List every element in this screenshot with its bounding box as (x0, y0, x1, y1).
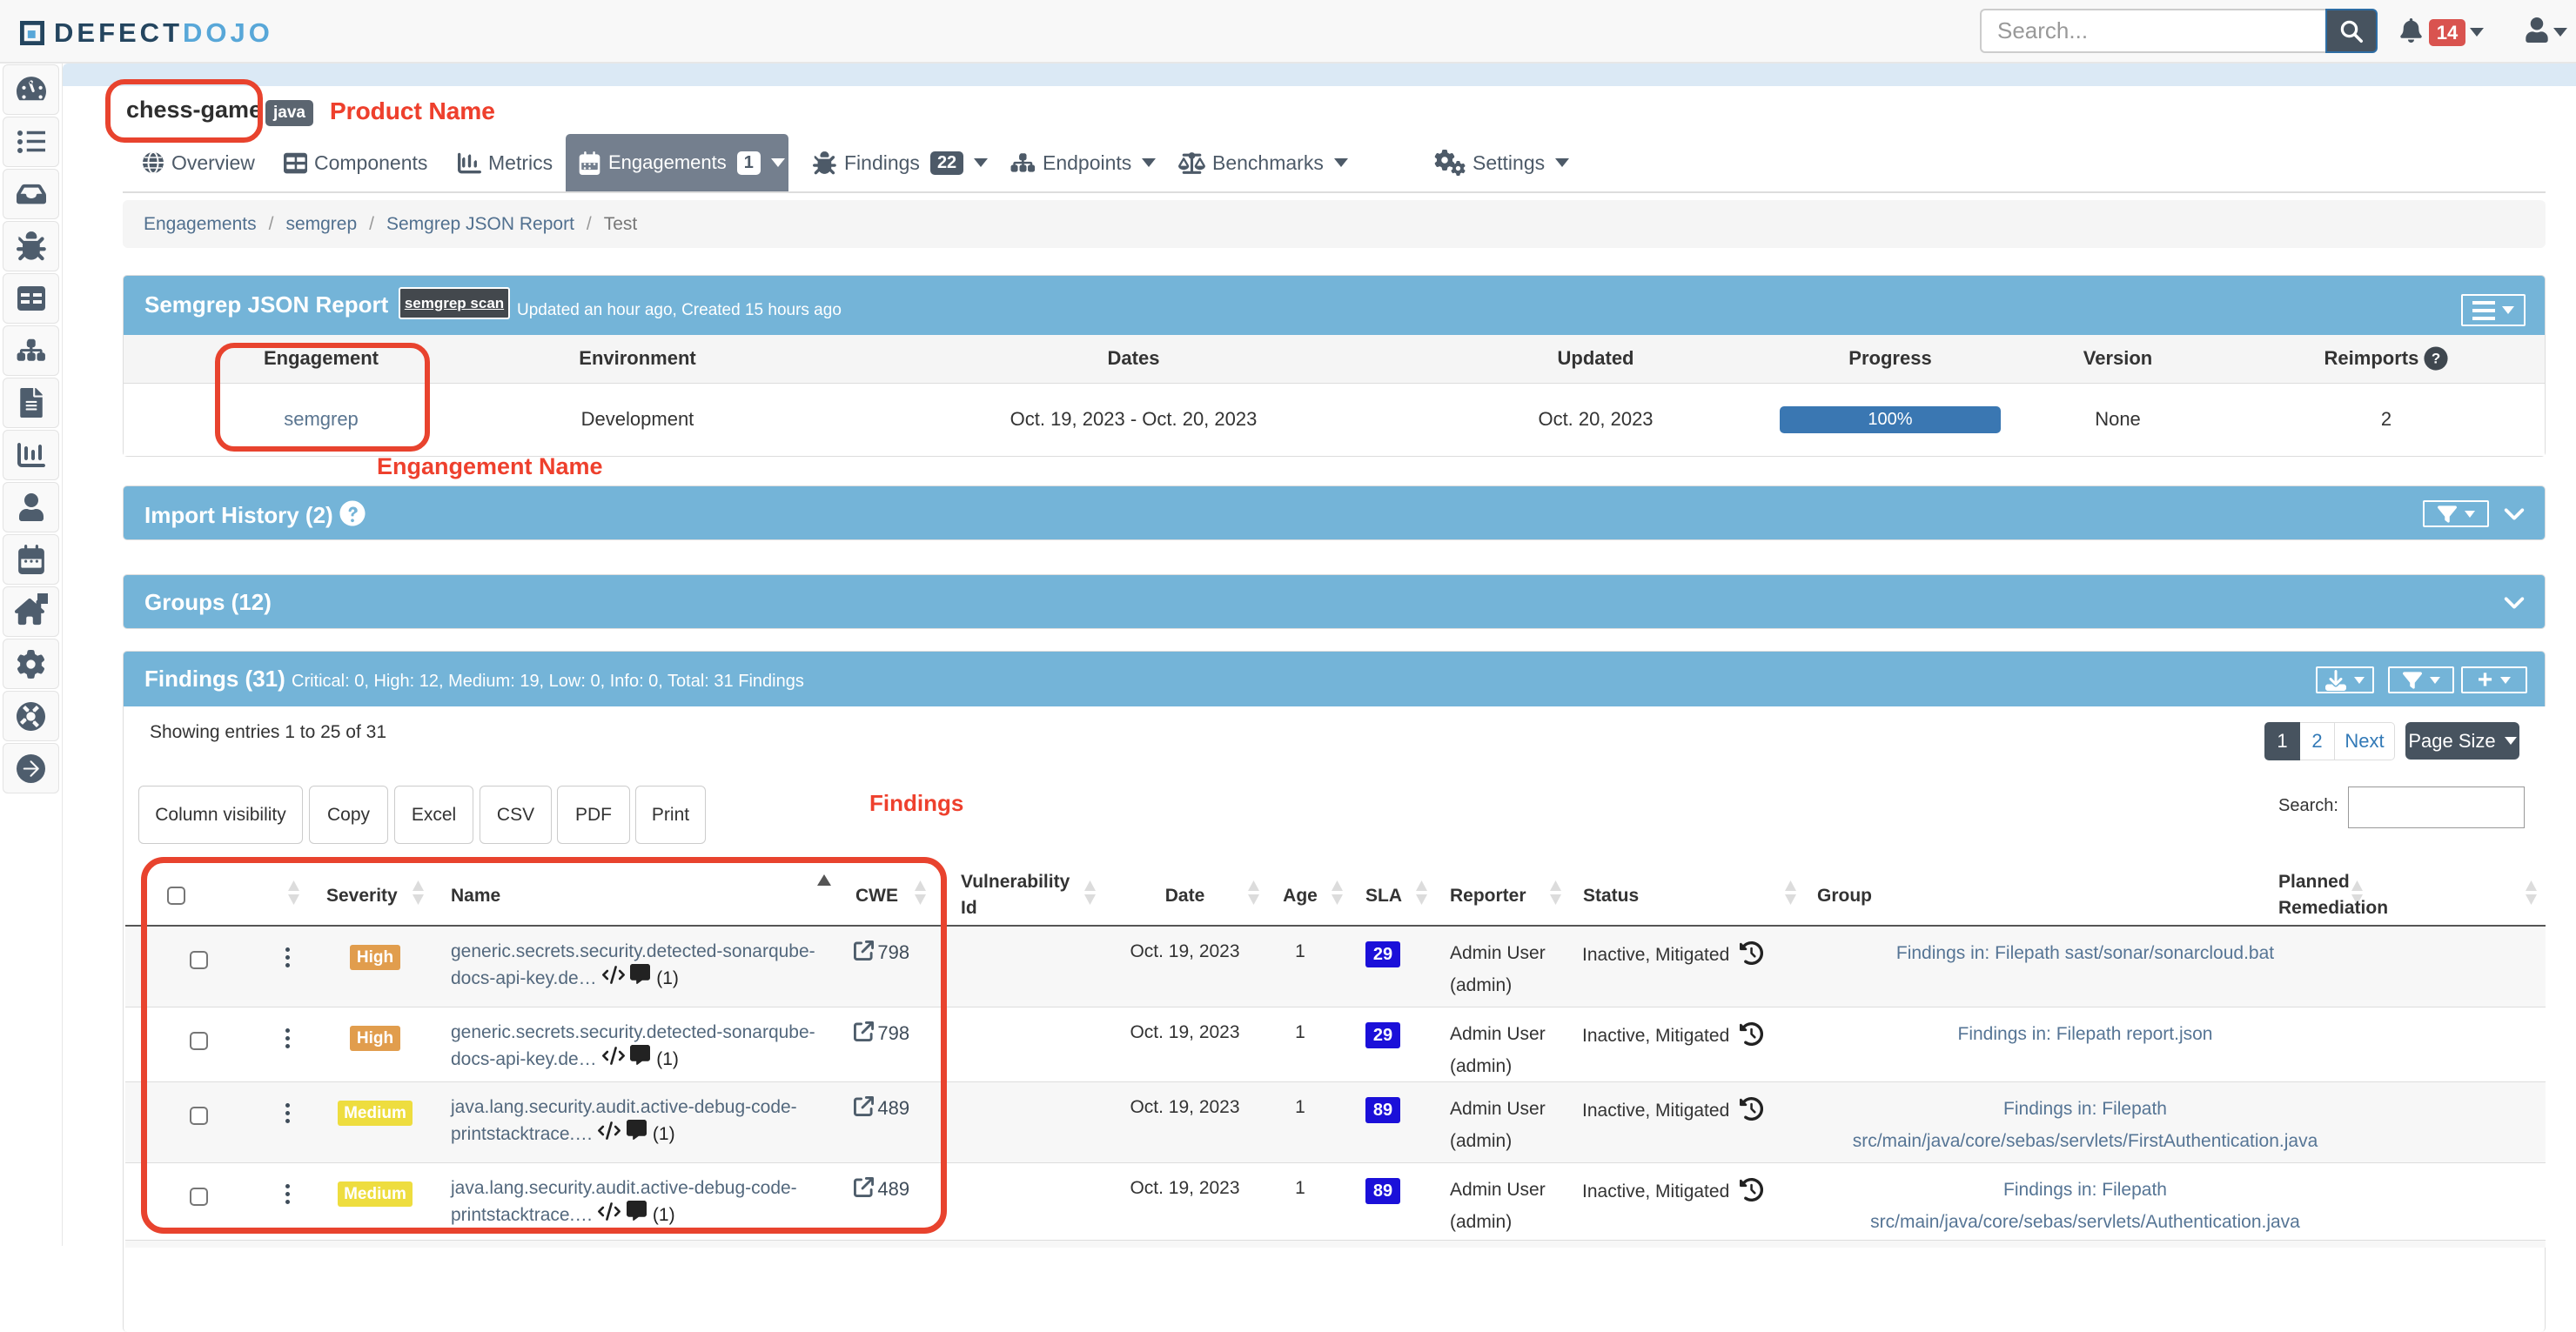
svg-text:?: ? (2432, 351, 2440, 367)
